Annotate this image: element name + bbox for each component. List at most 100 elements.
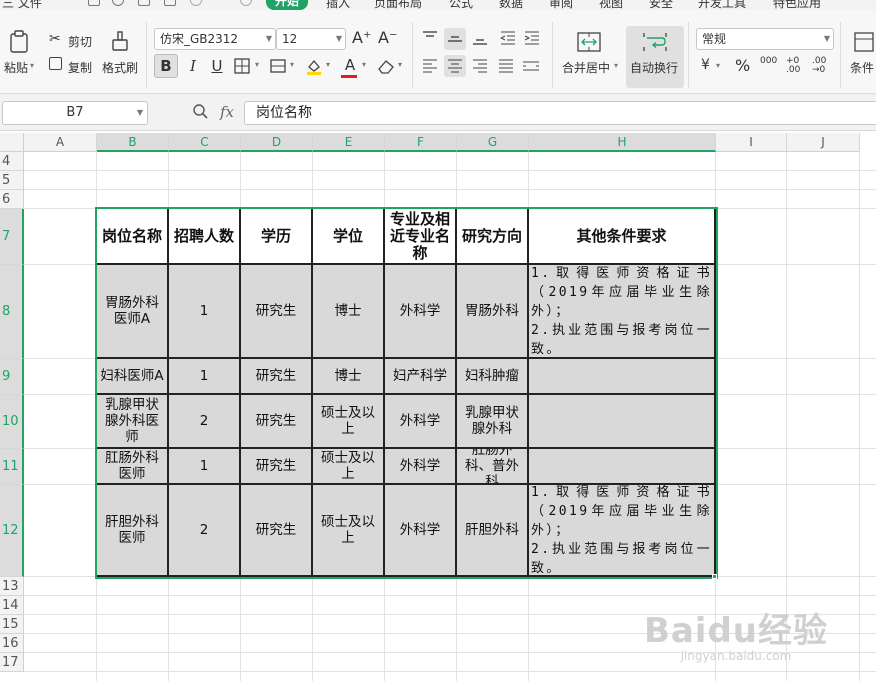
table-cell-count[interactable]: 1: [169, 265, 241, 359]
table-cell-position[interactable]: 肝胆外科医师: [97, 485, 169, 577]
table-cell-requirements[interactable]: [529, 395, 716, 449]
table-header-education[interactable]: 学历: [241, 209, 313, 265]
table-cell-position[interactable]: 胃肠外科医师A: [97, 265, 169, 359]
font-size-select[interactable]: 12 ▼: [276, 28, 346, 50]
percent-button[interactable]: %: [735, 56, 750, 75]
name-box[interactable]: B7 ▼: [2, 101, 148, 125]
merge-center-button[interactable]: 合并居中: [562, 59, 610, 76]
tab-data[interactable]: 数据: [499, 0, 523, 10]
merge-center-icon[interactable]: [574, 28, 604, 56]
format-painter-icon[interactable]: [107, 28, 133, 54]
font-color-button[interactable]: A: [340, 54, 360, 76]
font-name-select[interactable]: 仿宋_GB2312 ▼: [154, 28, 276, 50]
tab-special[interactable]: 特色应用: [773, 0, 821, 10]
table-cell-degree[interactable]: 博士: [313, 265, 385, 359]
table-cell-position[interactable]: 妇科医师A: [97, 359, 169, 395]
table-cell-major[interactable]: 外科学: [385, 395, 457, 449]
table-cell-requirements[interactable]: [529, 449, 716, 485]
cut-button[interactable]: 剪切: [68, 33, 92, 50]
table-header-position[interactable]: 岗位名称: [97, 209, 169, 265]
fill-color-icon[interactable]: [304, 56, 324, 76]
distributed-align-icon[interactable]: [520, 56, 542, 76]
table-header-research[interactable]: 研究方向: [457, 209, 529, 265]
table-cell-position[interactable]: 肛肠外科医师: [97, 449, 169, 485]
table-cell-major[interactable]: 外科学: [385, 449, 457, 485]
table-cell-education[interactable]: 研究生: [241, 449, 313, 485]
column-header-i[interactable]: I: [716, 133, 787, 152]
chevron-down-icon[interactable]: ▾: [614, 61, 618, 70]
paste-icon[interactable]: [4, 28, 34, 56]
table-header-requirements[interactable]: 其他条件要求: [529, 209, 716, 265]
table-cell-requirements[interactable]: 1.取得医师资格证书（2019年应届毕业生除外）； 2.执业范围与报考岗位一致。: [529, 485, 716, 577]
row-header-16[interactable]: 16: [0, 634, 24, 653]
paste-label[interactable]: 粘贴: [4, 59, 28, 76]
search-icon[interactable]: [112, 0, 124, 6]
table-cell-position[interactable]: 乳腺甲状腺外科医师: [97, 395, 169, 449]
row-header-6[interactable]: 6: [0, 190, 24, 209]
decrease-indent-icon[interactable]: [498, 28, 518, 48]
tab-review[interactable]: 审阅: [549, 0, 573, 10]
table-cell-major[interactable]: 外科学: [385, 485, 457, 577]
column-header-f[interactable]: F: [385, 133, 457, 152]
align-right-icon[interactable]: [470, 56, 490, 76]
column-header-g[interactable]: G: [457, 133, 529, 152]
table-cell-degree[interactable]: 硕士及以上: [313, 485, 385, 577]
chevron-down-icon[interactable]: ▾: [362, 60, 366, 69]
underline-button[interactable]: U: [205, 54, 229, 78]
table-cell-count[interactable]: 2: [169, 485, 241, 577]
table-cell-education[interactable]: 研究生: [241, 265, 313, 359]
row-header-12[interactable]: 12: [0, 485, 24, 577]
chevron-down-icon[interactable]: ▾: [255, 60, 259, 69]
align-middle-icon[interactable]: [444, 28, 466, 50]
table-cell-degree[interactable]: 博士: [313, 359, 385, 395]
currency-icon[interactable]: ¥: [701, 57, 710, 73]
table-cell-research[interactable]: 乳腺甲状腺外科: [457, 395, 529, 449]
scissors-icon[interactable]: ✂: [49, 31, 61, 47]
table-cell-major[interactable]: 妇产科学: [385, 359, 457, 395]
italic-button[interactable]: I: [181, 54, 205, 78]
bold-button[interactable]: B: [154, 54, 178, 78]
formula-input[interactable]: 岗位名称: [244, 101, 876, 125]
print-preview-icon[interactable]: [164, 0, 176, 6]
row-header-9[interactable]: 9: [0, 359, 24, 395]
increase-indent-icon[interactable]: [522, 28, 542, 48]
tab-security[interactable]: 安全: [649, 0, 673, 10]
file-menu[interactable]: 三 文件: [2, 0, 42, 10]
row-header-15[interactable]: 15: [0, 615, 24, 634]
copy-icon[interactable]: [49, 57, 62, 70]
wrap-text-icon[interactable]: [640, 28, 670, 56]
table-cell-degree[interactable]: 硕士及以上: [313, 449, 385, 485]
table-header-count[interactable]: 招聘人数: [169, 209, 241, 265]
column-header-e[interactable]: E: [313, 133, 385, 152]
copy-button[interactable]: 复制: [68, 59, 92, 76]
column-header-h[interactable]: H: [529, 133, 716, 152]
tab-home[interactable]: 开始: [266, 0, 309, 10]
print-icon[interactable]: [138, 0, 150, 6]
select-all-corner[interactable]: [0, 133, 24, 152]
row-header-8[interactable]: 8: [0, 265, 24, 359]
column-header-j[interactable]: J: [787, 133, 860, 152]
chevron-down-icon[interactable]: ▾: [326, 60, 330, 69]
row-header-10[interactable]: 10: [0, 395, 24, 449]
table-cell-education[interactable]: 研究生: [241, 395, 313, 449]
align-left-icon[interactable]: [420, 56, 440, 76]
table-cell-count[interactable]: 1: [169, 359, 241, 395]
shrink-font-button[interactable]: A⁻: [378, 28, 397, 47]
row-header-4[interactable]: 4: [0, 152, 24, 171]
table-cell-education[interactable]: 研究生: [241, 359, 313, 395]
table-cell-count[interactable]: 2: [169, 395, 241, 449]
increase-decimal-button[interactable]: +0 .00: [786, 57, 808, 75]
cell-style-icon[interactable]: [268, 56, 288, 76]
spreadsheet-grid[interactable]: A B C D E F G H I J 4 5 6 7 8 9 10 11 12 13 14 15 16 17 岗位名称 招聘人数…: [0, 131, 876, 681]
table-header-degree[interactable]: 学位: [313, 209, 385, 265]
tab-view[interactable]: 视图: [599, 0, 623, 10]
undo-icon[interactable]: [190, 0, 202, 6]
number-format-select[interactable]: 常规 ▼: [696, 28, 834, 50]
chevron-down-icon[interactable]: ▾: [716, 61, 720, 70]
table-cell-count[interactable]: 1: [169, 449, 241, 485]
save-icon[interactable]: [88, 0, 100, 6]
row-header-7[interactable]: 7: [0, 209, 24, 265]
paste-dropdown-icon[interactable]: ▾: [30, 61, 34, 70]
fill-handle[interactable]: [712, 574, 717, 579]
justify-icon[interactable]: [496, 56, 516, 76]
